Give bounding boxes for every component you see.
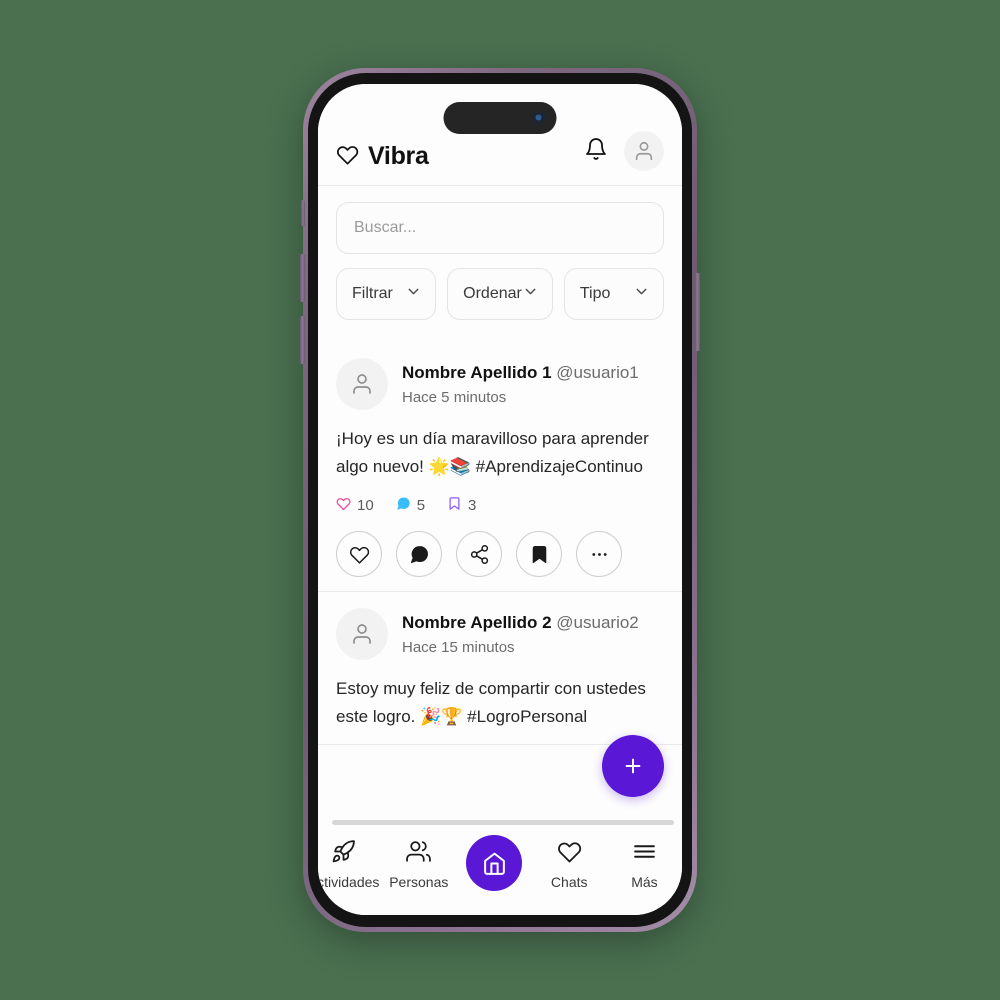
phone-bezel: Vibra Filtrar [308, 73, 692, 927]
user-avatar-icon [635, 141, 653, 161]
filter-label: Filtrar [352, 285, 393, 302]
filter-label: Tipo [579, 285, 611, 302]
plus-icon [625, 758, 641, 774]
stat-likes: 10 [336, 496, 374, 515]
post-handle: @usuario1 [556, 363, 639, 382]
post-feed: Nombre Apellido 1 @usuario1 Hace 5 minut… [318, 342, 682, 746]
volume-up-button[interactable] [300, 254, 305, 302]
post-card[interactable]: Nombre Apellido 2 @usuario2 Hace 15 minu… [318, 592, 682, 746]
comment-icon [410, 545, 428, 563]
dynamic-island [443, 102, 557, 134]
filter-dropdown-filtrar[interactable]: Filtrar [336, 268, 437, 320]
post-action-bar [336, 531, 664, 578]
post-timestamp: Hace 5 minutos [402, 389, 507, 407]
header-actions [584, 131, 664, 171]
post-card[interactable]: Nombre Apellido 1 @usuario1 Hace 5 minut… [318, 342, 682, 593]
heart-icon [557, 839, 582, 869]
post-author: Nombre Apellido 1 [402, 363, 552, 382]
post-meta: Nombre Apellido 1 @usuario1 Hace 5 minut… [402, 358, 639, 406]
bookmark-icon [532, 545, 546, 563]
post-avatar[interactable] [336, 608, 388, 661]
phone-frame: Vibra Filtrar [300, 68, 700, 932]
rocket-icon [331, 839, 356, 869]
app-header: Vibra [318, 84, 682, 186]
post-identity: Nombre Apellido 2 @usuario2 [402, 612, 639, 633]
profile-avatar-button[interactable] [624, 131, 664, 171]
phone-screen: Vibra Filtrar [318, 84, 682, 915]
post-handle: @usuario2 [556, 613, 639, 633]
stat-bookmarks: 3 [447, 496, 476, 515]
nav-label: Chats [550, 874, 588, 890]
post-body: Estoy muy feliz de compartir con ustedes… [336, 679, 646, 726]
heart-icon [336, 496, 351, 515]
post-body: ¡Hoy es un día maravilloso para aprender… [336, 429, 649, 476]
volume-down-button[interactable] [300, 316, 305, 364]
nav-item-chats[interactable]: Chats [532, 839, 607, 890]
post-author: Nombre Apellido 2 [402, 613, 552, 633]
power-button[interactable] [695, 273, 700, 351]
filter-dropdown-tipo[interactable]: Tipo [563, 268, 665, 320]
search-input[interactable] [336, 202, 664, 254]
nav-label: Actividades [318, 874, 380, 890]
filter-label: Ordenar [463, 285, 522, 302]
post-meta: Nombre Apellido 2 @usuario2 Hace 15 minu… [402, 608, 639, 656]
comment-icon [396, 496, 411, 515]
chevron-down-icon [405, 283, 422, 305]
more-options-button[interactable] [576, 531, 622, 578]
share-icon [470, 544, 488, 564]
post-stats: 10 5 3 [336, 496, 664, 515]
bottom-navigation: Actividades Personas [318, 829, 682, 915]
scroll-content[interactable]: Filtrar Ordenar Tipo [318, 186, 682, 829]
create-post-fab[interactable] [602, 735, 664, 797]
nav-label: Más [631, 874, 658, 890]
post-avatar[interactable] [336, 358, 388, 410]
post-header: Nombre Apellido 1 @usuario1 Hace 5 minut… [336, 358, 664, 410]
chevron-down-icon [522, 283, 539, 305]
scroll-indicator[interactable] [332, 820, 674, 825]
brand[interactable]: Vibra [336, 142, 429, 171]
hamburger-icon [632, 839, 657, 869]
nav-label: Personas [389, 874, 449, 890]
brand-name: Vibra [368, 142, 429, 170]
search-section [318, 186, 682, 254]
post-identity: Nombre Apellido 1 @usuario1 [402, 362, 639, 383]
stat-comments: 5 [396, 496, 425, 515]
user-avatar-icon [353, 374, 371, 394]
like-button[interactable] [336, 531, 382, 578]
post-header: Nombre Apellido 2 @usuario2 Hace 15 minu… [336, 608, 664, 661]
stat-comments-count: 5 [416, 497, 426, 515]
filter-bar: Filtrar Ordenar Tipo [318, 254, 682, 320]
bell-icon[interactable] [584, 137, 608, 166]
bookmark-icon [447, 496, 462, 515]
front-camera-icon [532, 111, 546, 125]
silent-switch[interactable] [301, 200, 305, 226]
chevron-down-icon [633, 283, 650, 305]
user-avatar-icon [353, 624, 371, 644]
heart-outline-icon [336, 143, 359, 171]
post-timestamp: Hace 15 minutos [402, 639, 515, 657]
nav-item-mas[interactable]: Más [607, 839, 682, 890]
nav-item-actividades[interactable]: Actividades [318, 839, 381, 890]
share-button[interactable] [456, 531, 502, 578]
filter-dropdown-ordenar[interactable]: Ordenar [447, 268, 553, 320]
stat-likes-count: 10 [357, 497, 374, 515]
people-icon [406, 839, 432, 869]
home-icon [466, 835, 522, 891]
stat-bookmarks-count: 3 [468, 497, 477, 515]
nav-item-personas[interactable]: Personas [381, 839, 456, 890]
heart-icon [349, 546, 369, 564]
ellipsis-icon [591, 552, 607, 556]
nav-item-home[interactable] [456, 835, 531, 896]
comment-button[interactable] [396, 531, 442, 578]
bookmark-button[interactable] [516, 531, 562, 578]
